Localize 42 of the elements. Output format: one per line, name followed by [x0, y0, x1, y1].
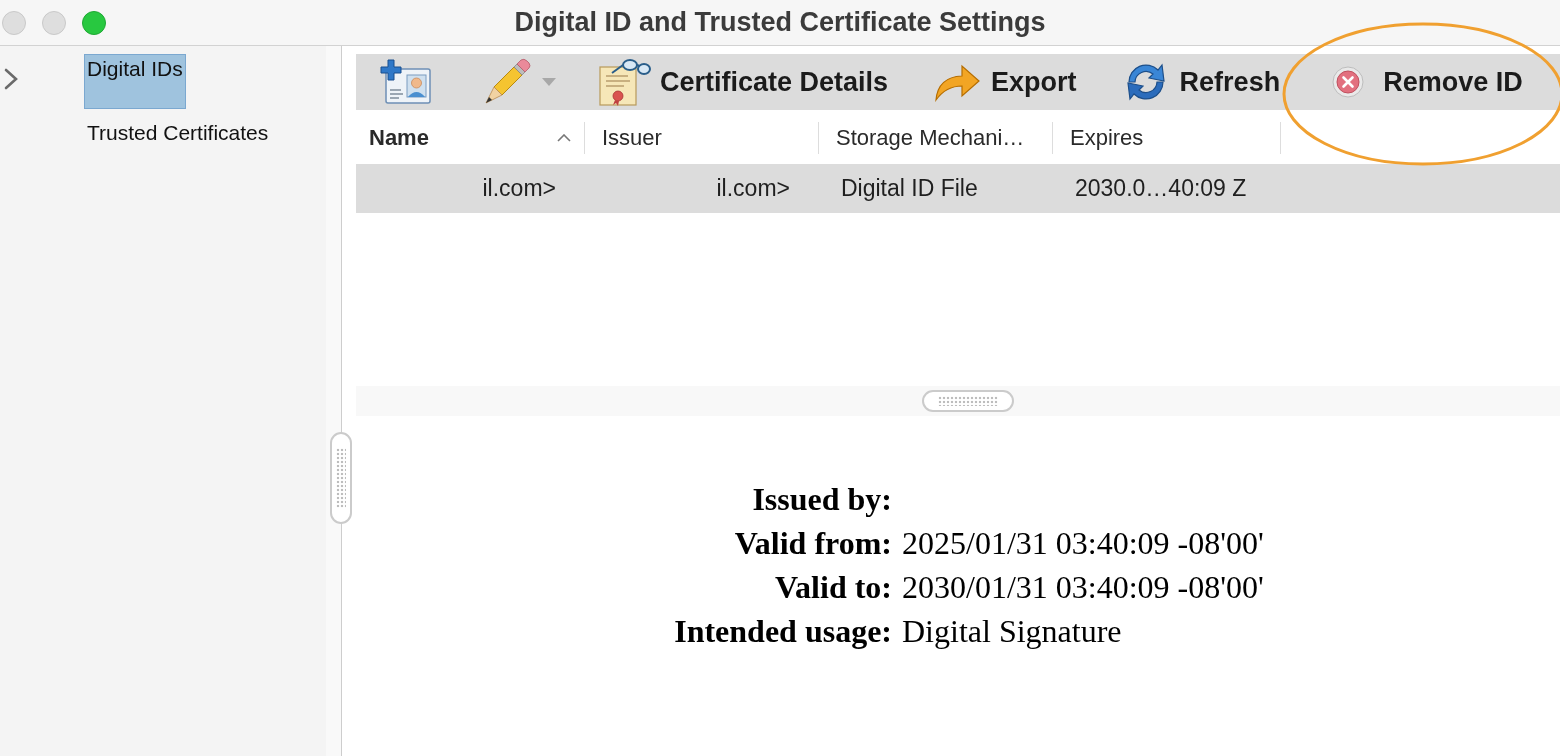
field-label: Intended usage: [673, 612, 892, 651]
table-row[interactable]: il.com> il.com> Digital ID File 2030.0…40:09 Z [356, 164, 1560, 213]
column-header-label: Storage Mechani… [836, 125, 1025, 151]
chevron-right-icon[interactable] [4, 68, 18, 90]
column-header[interactable]: Name [356, 112, 585, 164]
refresh-button[interactable]: Refresh [1123, 60, 1281, 104]
sidebar-item[interactable]: Digital IDs [84, 54, 186, 109]
sort-ascending-icon [557, 134, 571, 142]
edit-button[interactable] [482, 57, 556, 107]
caret-icon [542, 78, 556, 86]
splitter-handle[interactable] [330, 432, 352, 524]
splitter-handle[interactable] [922, 390, 1014, 412]
export-button[interactable]: Export [933, 62, 1077, 102]
table-cell-text: il.com> [715, 174, 791, 203]
remove-id-button[interactable]: Remove ID [1332, 66, 1523, 98]
pencil-icon [482, 57, 532, 107]
add-id-button[interactable] [380, 59, 432, 105]
window-zoom-button[interactable] [82, 10, 106, 35]
field-label: Valid from: [733, 524, 892, 563]
field-value: 2025/01/31 03:40:09 -08'00' [902, 524, 1264, 563]
curved-arrow-icon [933, 62, 982, 102]
field-label: Issued by: [751, 480, 892, 519]
field-value: Digital Signature [902, 612, 1123, 651]
window-close-button[interactable] [2, 10, 26, 35]
column-header-label: Name [369, 125, 429, 151]
column-header-label: Issuer [602, 125, 662, 151]
window-title: Digital ID and Trusted Certificate Settings [514, 7, 1046, 38]
table-cell-text: 2030.0…40:09 Z [1074, 174, 1248, 203]
id-card-plus-icon [380, 59, 432, 105]
column-header[interactable]: Expires [1053, 112, 1281, 164]
column-header[interactable]: Storage Mechani… [819, 112, 1053, 164]
sidebar-item[interactable]: Trusted Certificates [84, 118, 272, 147]
certificate-details-button[interactable]: Certificate Details [598, 57, 889, 107]
table-cell-text: Digital ID File [840, 174, 979, 203]
field-value: 2030/01/31 03:40:09 -08'00' [902, 568, 1264, 607]
table-cell-text: il.com> [481, 174, 557, 203]
field-label: Valid to: [773, 568, 892, 607]
column-header[interactable]: Issuer [585, 112, 819, 164]
certificate-icon [598, 57, 652, 107]
window-minimize-button[interactable] [42, 10, 66, 35]
column-header-label: Expires [1070, 125, 1144, 151]
x-circle-icon [1332, 66, 1365, 98]
